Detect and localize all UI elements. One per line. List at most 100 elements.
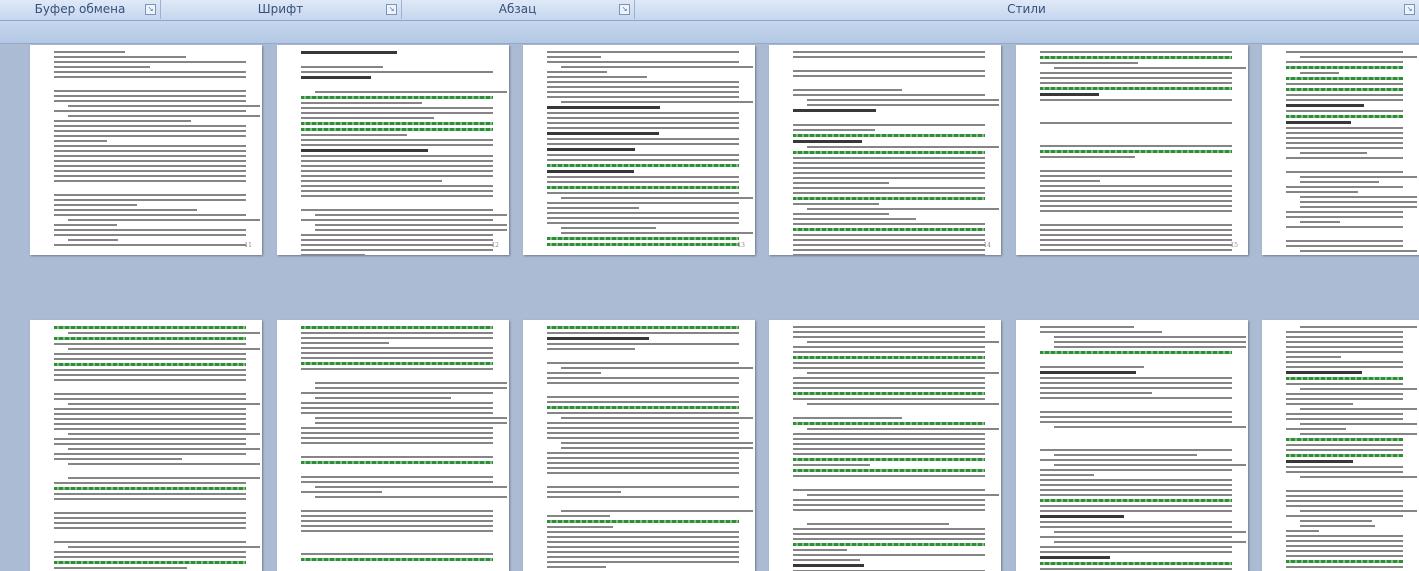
text-line [301,535,493,541]
document-page[interactable]: 14 [769,45,1001,255]
document-page[interactable] [523,320,755,571]
spellcheck-underline [1286,115,1403,118]
text-line [301,185,493,187]
text-line [547,176,739,178]
text-line [1300,388,1417,390]
document-page[interactable] [30,320,262,571]
text-line [68,105,260,107]
text-line [793,549,847,551]
text-line [301,254,365,255]
text-line [301,175,493,177]
text-line [54,194,246,196]
document-page[interactable] [769,320,1001,571]
text-line [54,428,246,430]
text-line [315,496,507,498]
text-line [315,417,507,419]
text-line [547,541,739,543]
text-line [547,427,739,429]
spellcheck-underline [301,362,493,365]
document-page[interactable] [1262,320,1419,571]
text-line [561,197,753,199]
text-line [315,397,452,399]
document-page[interactable]: 15 [1016,45,1248,255]
document-page[interactable]: 12 [277,45,509,255]
text-line [547,56,601,58]
text-line [1286,449,1403,451]
text-line [54,214,246,216]
dialog-launcher-icon[interactable]: ↘ [619,4,630,15]
text-line [1286,240,1403,242]
text-line [793,213,889,215]
spellcheck-underline [301,96,493,99]
page-text-block [793,51,999,255]
text-line [547,457,739,459]
text-line [793,244,985,246]
dialog-launcher-icon[interactable]: ↘ [145,4,156,15]
text-line [793,398,985,400]
text-line [1300,196,1417,198]
document-page[interactable] [277,320,509,571]
text-line [547,491,622,493]
text-line [301,515,493,517]
text-line [1040,551,1232,553]
text-line [793,177,985,179]
text-line [547,472,739,474]
text-line [547,515,611,517]
text-line [1040,494,1232,496]
heading-line [793,109,876,112]
text-line [1286,157,1403,159]
text-line [301,107,493,109]
text-line [301,456,493,458]
text-line [793,182,889,184]
text-line [793,192,985,194]
text-line [547,348,636,350]
text-line [1286,341,1403,343]
text-line [807,523,950,525]
text-line [1300,510,1417,512]
text-line [1286,231,1403,237]
text-line [54,418,246,420]
text-line [793,351,985,353]
text-line [301,165,493,167]
ribbon-group-label: Абзац [498,2,537,16]
text-line [1040,431,1232,437]
text-line [547,207,640,209]
text-line [547,332,739,334]
text-line [1286,466,1403,468]
text-line [547,467,739,469]
text-line [1286,336,1403,338]
text-line [793,417,903,419]
text-line [1286,490,1403,492]
text-line [301,407,493,409]
text-line [301,525,493,527]
text-line [1286,186,1403,188]
dialog-launcher-icon[interactable]: ↘ [386,4,397,15]
text-line [301,501,493,507]
dialog-launcher-icon[interactable]: ↘ [1404,4,1415,15]
document-page[interactable] [1262,45,1419,255]
text-line [54,343,246,345]
text-line [68,332,260,334]
text-line [793,51,985,53]
text-line [807,146,999,148]
text-line [1040,469,1232,471]
text-line [547,401,739,403]
text-line [1286,346,1403,348]
text-line [54,493,246,495]
text-line [301,368,493,370]
text-line [54,170,246,172]
text-line [1040,195,1232,197]
page-number: 12 [491,242,499,249]
document-page[interactable]: 13 [523,45,755,255]
text-line [547,71,608,73]
text-line [1286,147,1403,149]
document-page[interactable]: 11 [30,45,262,255]
page-text-block [301,326,507,563]
text-line [301,155,493,157]
text-line [807,341,999,343]
text-line [301,437,493,439]
document-page[interactable] [1016,320,1248,571]
text-line [54,438,246,440]
text-line [301,117,434,119]
text-line [793,504,985,506]
